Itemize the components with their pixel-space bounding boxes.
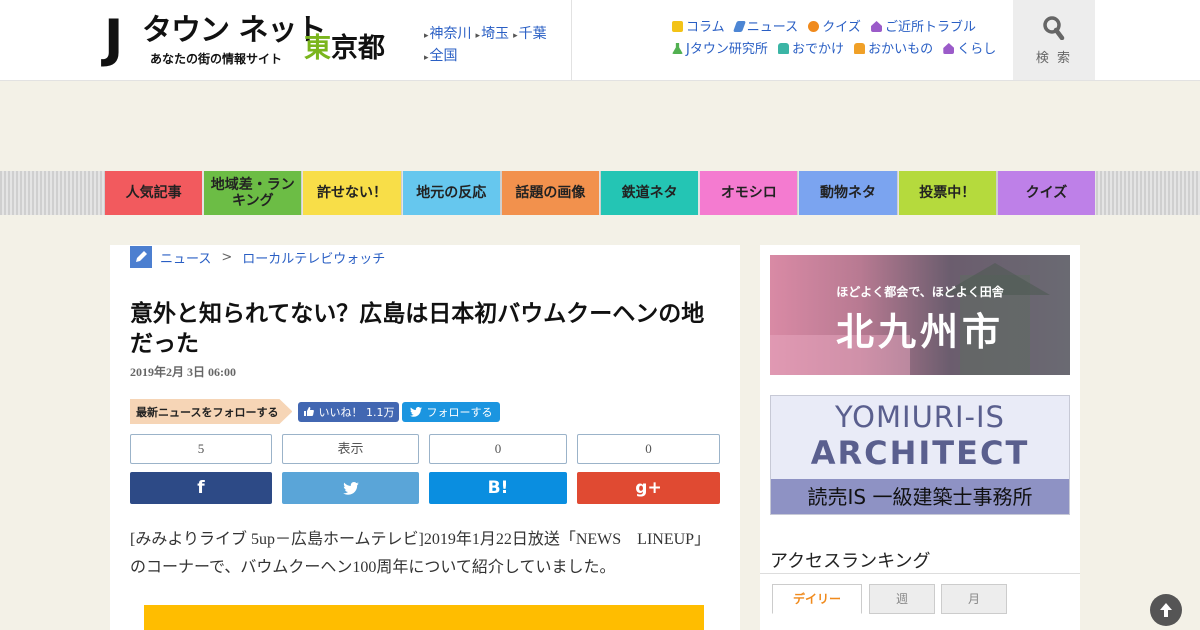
article-panel: ニュース > ローカルテレビウォッチ 意外と知られてない？広島は日本初バウムクー… <box>110 245 740 630</box>
category-popular[interactable]: 人気記事 <box>105 171 203 215</box>
scroll-to-top-button[interactable] <box>1150 594 1182 626</box>
category-local-reaction[interactable]: 地元の反応 <box>402 171 500 215</box>
twitter-follow-button[interactable]: フォローする <box>402 401 501 422</box>
site-header: J タウン ネット あなたの街の情報サイト 東京都 神奈川埼玉千葉 全国 コラム… <box>0 0 1200 81</box>
region-link-saitama[interactable]: 埼玉 <box>476 26 510 42</box>
pencil-icon <box>130 246 152 268</box>
header-divider <box>571 0 572 81</box>
category-railway[interactable]: 鉄道ネタ <box>601 171 699 215</box>
facebook-share-button[interactable]: f <box>130 472 272 504</box>
article-body: [みみよりライブ 5up－広島ホームテレビ]2019年1月22日放送「NEWS … <box>130 531 711 576</box>
logo-tagline: あなたの街の情報サイト <box>150 52 283 66</box>
house-icon <box>871 21 883 32</box>
category-quiz[interactable]: クイズ <box>997 171 1096 215</box>
column-icon <box>672 21 683 32</box>
region-links: 神奈川埼玉千葉 全国 <box>424 24 564 68</box>
follow-news-label: 最新ニュースをフォローする <box>130 399 293 424</box>
article-title: 意外と知られてない？広島は日本初バウムクーヘンの地だった <box>130 301 705 357</box>
logo-prefecture: 東京都 <box>304 33 385 64</box>
toplink-news[interactable]: ニュース <box>732 20 798 35</box>
category-regional-ranking[interactable]: 地域差・ランキング <box>204 171 302 215</box>
toplink-column[interactable]: コラム <box>672 20 725 35</box>
flask-icon <box>672 43 683 54</box>
site-logo[interactable]: J タウン ネット あなたの街の情報サイト 東京都 <box>104 12 394 68</box>
share-counts: 5 表示 0 0 <box>130 434 720 464</box>
home-icon <box>943 43 955 54</box>
region-link-chiba[interactable]: 千葉 <box>513 26 547 42</box>
search-label: 検 索 <box>1035 51 1073 66</box>
sidebar: ほどよく都会で、ほどよく田舎 北九州市 YOMIURI-IS ARCHITECT… <box>760 245 1080 630</box>
facebook-share-count: 5 <box>130 434 272 464</box>
category-funny[interactable]: オモシロ <box>700 171 798 215</box>
google-plus-icon: g+ <box>635 478 662 498</box>
tab-daily[interactable]: デイリー <box>772 584 862 614</box>
top-links-row: Jタウン研究所 おでかけ おかいもの くらし <box>672 39 996 61</box>
access-ranking-title: アクセスランキング <box>770 551 931 572</box>
tab-monthly[interactable]: 月 <box>941 584 1007 614</box>
region-link-zenkoku[interactable]: 全国 <box>424 48 458 64</box>
thumbs-up-icon <box>304 407 315 416</box>
breadcrumb: ニュース > ローカルテレビウォッチ <box>130 245 385 269</box>
article-date: 2019年2月 3日 06:00 <box>130 365 236 379</box>
tab-weekly[interactable]: 週 <box>869 584 935 614</box>
hatena-icon: B! <box>487 478 509 498</box>
top-links-row: コラム ニュース クイズ ご近所トラブル <box>672 17 992 39</box>
twitter-icon <box>410 406 423 417</box>
category-trending-images[interactable]: 話題の画像 <box>501 171 600 215</box>
toplink-research[interactable]: Jタウン研究所 <box>672 42 768 57</box>
breadcrumb-separator: > <box>221 249 233 265</box>
ranking-divider <box>760 573 1080 574</box>
twitter-icon <box>342 481 359 495</box>
category-voting[interactable]: 投票中！ <box>898 171 996 215</box>
top-links: コラム ニュース クイズ ご近所トラブル Jタウン研究所 おでかけ おかいもの … <box>672 17 996 61</box>
ad-line-1: YOMIURI-IS <box>835 400 1005 434</box>
yomiuri-is-ad-banner[interactable]: YOMIURI-IS ARCHITECT 読売IS 一級建築士事務所 <box>770 395 1070 515</box>
ad-line-3: 読売IS 一級建築士事務所 <box>771 479 1069 514</box>
ad-headline: 北九州市 <box>835 309 1004 354</box>
google-plus-share-count: 0 <box>577 434 720 464</box>
breadcrumb-local-tv[interactable]: ローカルテレビウォッチ <box>242 248 385 267</box>
toplink-neighbor-trouble[interactable]: ご近所トラブル <box>871 20 976 35</box>
breadcrumb-news[interactable]: ニュース <box>160 248 211 267</box>
twitter-share-count[interactable]: 表示 <box>282 434 419 464</box>
facebook-icon: f <box>197 478 205 498</box>
category-nav: 人気記事 地域差・ランキング 許せない！ 地元の反応 話題の画像 鉄道ネタ オモ… <box>105 171 1096 215</box>
google-plus-share-button[interactable]: g+ <box>577 472 720 504</box>
hatena-share-count: 0 <box>429 434 567 464</box>
quiz-icon <box>808 21 820 32</box>
ad-line-2: ARCHITECT <box>810 434 1030 472</box>
share-buttons: f B! g+ <box>130 472 720 504</box>
toplink-outing[interactable]: おでかけ <box>777 42 844 57</box>
search-icon <box>1043 16 1065 40</box>
facebook-like-button[interactable]: いいね！ 1.1万 <box>298 401 400 422</box>
logo-wordmark: タウン ネット <box>142 13 326 48</box>
search-button[interactable]: 検 索 <box>1013 0 1095 80</box>
category-bar: 人気記事 地域差・ランキング 許せない！ 地元の反応 話題の画像 鉄道ネタ オモ… <box>0 171 1200 215</box>
follow-row: 最新ニュースをフォローする いいね！ 1.1万 フォローする <box>130 399 501 424</box>
region-link-kanagawa[interactable]: 神奈川 <box>424 26 472 42</box>
logo-j-mark: J <box>104 9 124 69</box>
ad-caption: ほどよく都会で、ほどよく田舎 <box>836 285 1004 299</box>
kitakyushu-ad-banner[interactable]: ほどよく都会で、ほどよく田舎 北九州市 <box>770 255 1070 375</box>
bag-icon <box>854 43 866 54</box>
toplink-quiz[interactable]: クイズ <box>808 20 861 35</box>
twitter-share-button[interactable] <box>282 472 419 504</box>
toplink-living[interactable]: くらし <box>943 42 996 57</box>
arrow-up-icon <box>1160 603 1172 617</box>
category-animals[interactable]: 動物ネタ <box>799 171 897 215</box>
car-icon <box>777 43 789 54</box>
hatena-bookmark-button[interactable]: B! <box>429 472 567 504</box>
category-unforgivable[interactable]: 許せない！ <box>303 171 401 215</box>
article-image <box>144 605 704 630</box>
toplink-shopping[interactable]: おかいもの <box>854 42 933 57</box>
pencil-icon <box>732 21 746 32</box>
